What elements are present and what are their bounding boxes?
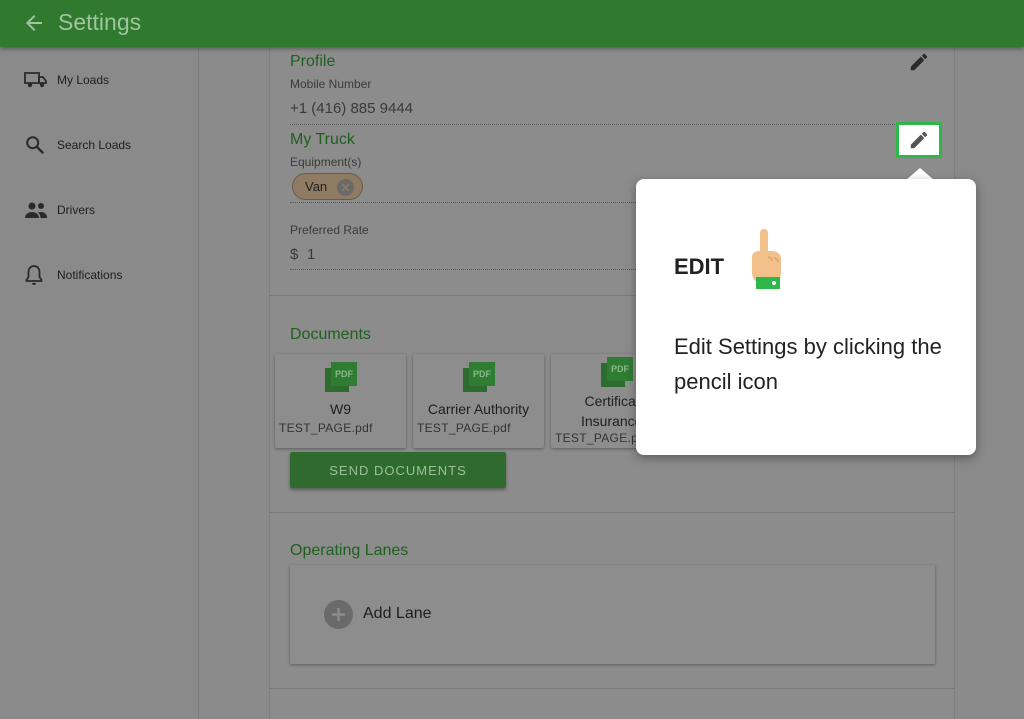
document-filename: TEST_PAGE.pdf <box>417 421 511 435</box>
pointing-hand-icon <box>752 229 781 289</box>
section-divider <box>270 688 954 689</box>
equipment-label: Equipment(s) <box>290 155 362 169</box>
sidebar-item-my-loads[interactable]: My Loads <box>24 65 194 95</box>
document-name: Carrier Authority <box>427 401 530 417</box>
page-title: Settings <box>58 9 142 35</box>
tutorial-body: Edit Settings by clicking the pencil ico… <box>674 334 942 394</box>
field-underline <box>290 202 650 203</box>
send-documents-button[interactable]: SEND DOCUMENTS <box>290 452 506 488</box>
sidebar-item-drivers[interactable]: Drivers <box>24 195 194 225</box>
field-underline <box>290 269 650 270</box>
pdf-icon: PDF <box>462 362 495 392</box>
back-arrow-icon[interactable] <box>22 11 46 35</box>
section-divider <box>270 512 954 513</box>
sidebar-item-notifications[interactable]: Notifications <box>24 260 194 290</box>
bell-icon <box>24 263 50 287</box>
svg-text:PDF: PDF <box>335 369 354 379</box>
add-lane-button[interactable]: Add Lane <box>324 599 432 629</box>
truck-icon <box>24 68 50 92</box>
sidebar-item-label: Search Loads <box>57 138 132 152</box>
my-truck-title: My Truck <box>290 131 355 148</box>
preferred-rate-value[interactable]: 1 <box>307 246 315 263</box>
mobile-number-label: Mobile Number <box>290 77 372 91</box>
documents-title: Documents <box>290 326 371 343</box>
people-icon <box>24 198 50 222</box>
document-filename: TEST_PAGE.pdf <box>279 421 373 435</box>
preferred-rate-label: Preferred Rate <box>290 223 369 237</box>
document-name: W9 <box>330 401 351 417</box>
highlighted-edit-truck-button[interactable] <box>896 122 942 158</box>
edit-profile-pencil-icon[interactable] <box>908 51 930 73</box>
operating-lanes-card: Add Lane <box>290 565 935 664</box>
sidebar-item-search-loads[interactable]: Search Loads <box>24 130 194 160</box>
tutorial-popover: EDIT Edit Settings by clicking the penci… <box>636 179 976 455</box>
add-circle-icon <box>324 599 353 629</box>
sidebar-item-label: Notifications <box>57 268 123 282</box>
document-card-carrier-authority[interactable]: PDF Carrier Authority TEST_PAGE.pdf <box>413 354 544 448</box>
mobile-number-value: +1 (416) 885 9444 <box>290 100 414 117</box>
sidebar-item-label: Drivers <box>57 203 95 217</box>
operating-lanes-title: Operating Lanes <box>290 542 409 559</box>
search-icon <box>24 133 50 157</box>
document-filename: TEST_PAGE.pd <box>555 431 646 445</box>
app-bar: Settings <box>0 0 1024 47</box>
tutorial-title: EDIT <box>674 254 725 279</box>
profile-title: Profile <box>290 53 336 70</box>
sidebar-item-label: My Loads <box>57 73 110 87</box>
document-card-w9[interactable]: PDF W9 TEST_PAGE.pdf <box>275 354 406 448</box>
equipment-chip: Van <box>292 173 363 200</box>
add-lane-label: Add Lane <box>363 605 432 622</box>
pencil-icon <box>910 131 928 149</box>
sidebar: My Loads Search Loads Drivers Notificati… <box>0 47 199 719</box>
equipment-chip-label: Van <box>305 179 328 194</box>
pdf-icon: PDF <box>324 362 357 392</box>
svg-text:PDF: PDF <box>611 364 630 374</box>
pdf-icon: PDF <box>600 357 633 387</box>
remove-chip-icon[interactable] <box>337 179 354 196</box>
svg-text:PDF: PDF <box>473 369 492 379</box>
rate-currency: $ <box>290 246 299 263</box>
field-underline <box>290 124 935 125</box>
